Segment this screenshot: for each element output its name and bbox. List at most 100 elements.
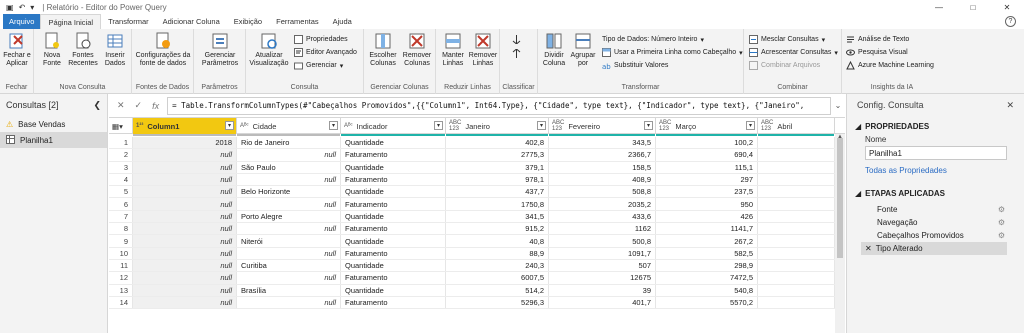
- table-row[interactable]: 9 null Niterói Quantidade 40,8 500,8 267,2: [109, 235, 845, 248]
- step-fonte[interactable]: Fonte ⚙: [861, 203, 1007, 216]
- merge-queries-button[interactable]: Mesclar Consultas ▾: [749, 34, 825, 45]
- table-cell[interactable]: Faturamento: [341, 149, 446, 161]
- properties-section[interactable]: ◢ PROPRIEDADES: [847, 122, 1024, 131]
- table-cell[interactable]: 88,9: [446, 247, 549, 259]
- table-cell[interactable]: Faturamento: [341, 247, 446, 259]
- table-cell[interactable]: 1162: [549, 223, 656, 235]
- column-header[interactable]: ABC 123 Abril: [758, 118, 835, 134]
- tab-ajuda[interactable]: Ajuda: [326, 14, 359, 29]
- table-cell[interactable]: 341,5: [446, 210, 549, 223]
- column-filter-icon[interactable]: ▾: [644, 121, 653, 130]
- column-header[interactable]: ABC 123 Janeiro ▾: [446, 118, 549, 134]
- table-cell[interactable]: 379,1: [446, 161, 549, 173]
- table-cell[interactable]: Rio de Janeiro: [237, 137, 341, 149]
- properties-button[interactable]: Propriedades: [294, 34, 348, 45]
- table-cell[interactable]: 2775,3: [446, 149, 549, 161]
- tab-ferramentas[interactable]: Ferramentas: [269, 14, 326, 29]
- fx-icon[interactable]: fx: [152, 101, 159, 111]
- table-cell[interactable]: null: [133, 210, 237, 223]
- gear-icon[interactable]: ⚙: [998, 231, 1005, 240]
- table-cell[interactable]: 298,9: [656, 259, 758, 272]
- commit-formula-icon[interactable]: ✓: [135, 100, 143, 111]
- tab-adicionar-coluna[interactable]: Adicionar Coluna: [156, 14, 227, 29]
- all-properties-link[interactable]: Todas as Propriedades: [847, 166, 1024, 175]
- table-cell[interactable]: 7472,5: [656, 272, 758, 284]
- table-cell[interactable]: 507: [549, 259, 656, 272]
- table-row[interactable]: 14 null null Faturamento 5296,3 401,7 5570,2: [109, 296, 845, 310]
- enter-data-button[interactable]: Inserir Dados: [102, 32, 128, 68]
- table-cell[interactable]: Curitiba: [237, 259, 341, 272]
- table-cell[interactable]: 437,7: [446, 186, 549, 198]
- table-cell[interactable]: 2035,2: [549, 198, 656, 210]
- table-cell[interactable]: 582,5: [656, 247, 758, 259]
- expand-formula-icon[interactable]: ⌄: [831, 101, 845, 110]
- advanced-editor-button[interactable]: Editor Avançado: [294, 47, 357, 58]
- maximize-icon[interactable]: □: [956, 0, 990, 14]
- save-icon[interactable]: ▣: [6, 3, 14, 12]
- table-cell[interactable]: 978,1: [446, 173, 549, 186]
- text-analytics-button[interactable]: Análise de Texto: [846, 34, 909, 45]
- table-cell[interactable]: 343,5: [549, 137, 656, 149]
- step-tipo-alterado[interactable]: ✕ Tipo Alterado: [861, 242, 1007, 255]
- table-cell[interactable]: Quantidade: [341, 137, 446, 149]
- table-cell[interactable]: null: [133, 198, 237, 210]
- table-cell[interactable]: null: [237, 198, 341, 210]
- table-cell[interactable]: null: [133, 296, 237, 309]
- table-row[interactable]: 11 null Curitiba Quantidade 240,3 507 298,9: [109, 259, 845, 273]
- column-type-icon[interactable]: ABC 123: [552, 120, 564, 132]
- table-cell[interactable]: 240,3: [446, 259, 549, 272]
- step-navegacao[interactable]: Navegação ⚙: [861, 216, 1007, 229]
- choose-columns-button[interactable]: Escolher Colunas: [366, 32, 400, 68]
- minimize-icon[interactable]: —: [922, 0, 956, 14]
- table-cell[interactable]: null: [237, 272, 341, 284]
- column-type-icon[interactable]: Aᴮᶜ: [344, 123, 353, 129]
- table-cell[interactable]: 237,5: [656, 186, 758, 198]
- query-name-input[interactable]: Planilha1: [865, 146, 1007, 160]
- refresh-preview-button[interactable]: Atualizar Visualização: [248, 32, 290, 68]
- table-row[interactable]: 7 null Porto Alegre Quantidade 341,5 433,6 426: [109, 210, 845, 224]
- table-cell[interactable]: Niterói: [237, 235, 341, 247]
- table-cell[interactable]: 12675: [549, 272, 656, 284]
- table-cell[interactable]: null: [133, 284, 237, 296]
- table-cell[interactable]: Belo Horizonte: [237, 186, 341, 198]
- tab-exibicao[interactable]: Exibição: [227, 14, 269, 29]
- column-type-icon[interactable]: ABC 123: [449, 120, 461, 132]
- select-all-corner[interactable]: ▦▾: [109, 118, 133, 134]
- table-cell[interactable]: null: [133, 223, 237, 235]
- table-cell[interactable]: null: [133, 272, 237, 284]
- table-cell[interactable]: 39: [549, 284, 656, 296]
- cancel-formula-icon[interactable]: ✕: [117, 100, 125, 111]
- table-cell[interactable]: Quantidade: [341, 161, 446, 173]
- remove-columns-button[interactable]: Remover Colunas: [400, 32, 434, 68]
- column-filter-icon[interactable]: ▾: [434, 121, 443, 130]
- table-cell[interactable]: 408,9: [549, 173, 656, 186]
- column-type-icon[interactable]: ABC 123: [659, 120, 671, 132]
- azure-ml-button[interactable]: Azure Machine Learning: [846, 60, 934, 71]
- table-cell[interactable]: 5296,3: [446, 296, 549, 309]
- table-cell[interactable]: Quantidade: [341, 235, 446, 247]
- use-first-row-header-button[interactable]: Usar a Primeira Linha como Cabeçalho ▾: [602, 47, 743, 58]
- table-row[interactable]: 6 null null Faturamento 1750,8 2035,2 950: [109, 198, 845, 211]
- table-cell[interactable]: null: [237, 247, 341, 259]
- table-row[interactable]: 5 null Belo Horizonte Quantidade 437,7 508,8 2…: [109, 186, 845, 199]
- append-queries-button[interactable]: Acrescentar Consultas ▾: [749, 47, 838, 58]
- table-cell[interactable]: 500,8: [549, 235, 656, 247]
- table-row[interactable]: 4 null null Faturamento 978,1 408,9 297: [109, 173, 845, 187]
- gear-icon[interactable]: ⚙: [998, 205, 1005, 214]
- table-row[interactable]: 1 2018 Rio de Janeiro Quantidade 402,8 343,5 1…: [109, 137, 845, 150]
- qa-dropdown-icon[interactable]: ▾: [30, 3, 34, 12]
- table-cell[interactable]: Faturamento: [341, 296, 446, 309]
- manage-parameters-button[interactable]: Gerenciar Parâmetros: [196, 32, 244, 68]
- split-column-button[interactable]: Dividir Coluna: [540, 32, 568, 68]
- table-cell[interactable]: null: [237, 149, 341, 161]
- table-cell[interactable]: Quantidade: [341, 210, 446, 223]
- scrollbar-thumb[interactable]: [837, 138, 843, 258]
- column-type-icon[interactable]: Aᴮᶜ: [240, 123, 249, 129]
- table-cell[interactable]: null: [133, 161, 237, 173]
- table-cell[interactable]: 1091,7: [549, 247, 656, 259]
- table-cell[interactable]: 100,2: [656, 137, 758, 149]
- table-row[interactable]: 3 null São Paulo Quantidade 379,1 158,5 115,1: [109, 161, 845, 174]
- query-item-base-vendas[interactable]: ⚠ Base Vendas: [0, 116, 107, 132]
- table-row[interactable]: 2 null null Faturamento 2775,3 2366,7 690,4: [109, 149, 845, 162]
- column-header[interactable]: Aᴮᶜ Cidade ▾: [237, 118, 341, 134]
